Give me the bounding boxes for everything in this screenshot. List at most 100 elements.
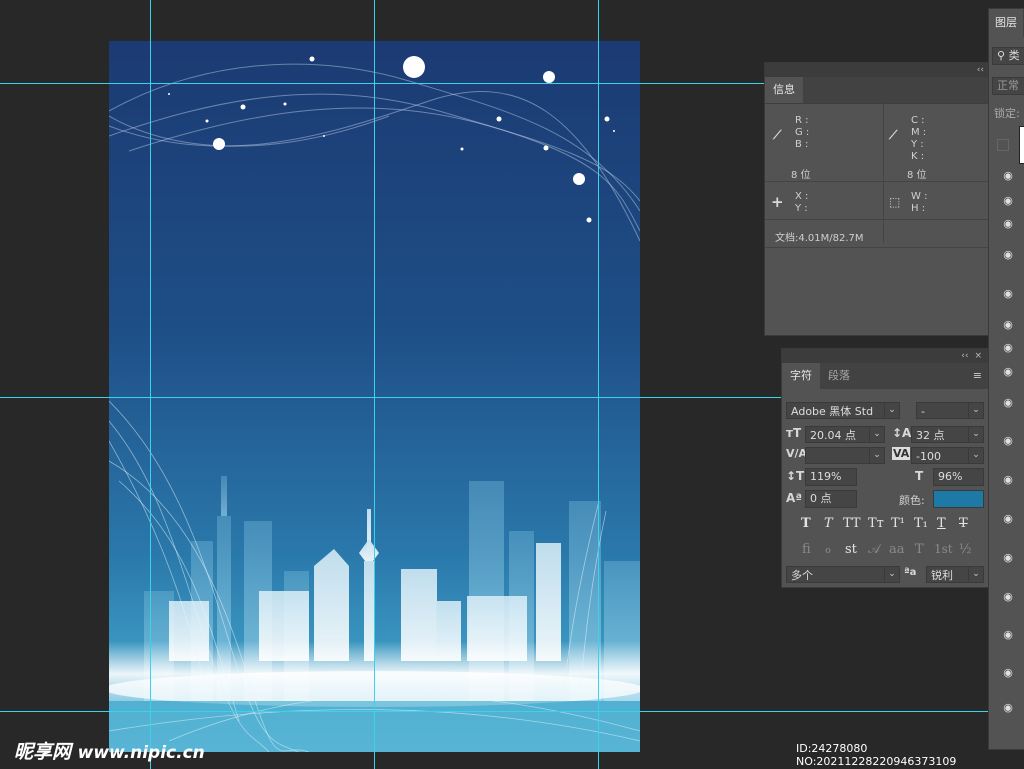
eye-icon[interactable]: ◉ (999, 629, 1017, 641)
baseline-shift-input[interactable]: 0 点 (805, 490, 857, 508)
ligatures-button[interactable]: fi (802, 542, 811, 557)
eye-icon[interactable]: ◉ (999, 397, 1017, 409)
chevron-down-icon: ⌄ (884, 567, 899, 582)
chevron-down-icon: ⌄ (968, 567, 983, 582)
kerning-input[interactable]: ⌄ (805, 447, 885, 464)
eye-icon[interactable]: ◉ (999, 435, 1017, 447)
swash-button[interactable]: 𝒜 (868, 542, 880, 557)
font-size-icon: ᴛT (786, 426, 802, 440)
font-style-select[interactable]: - ⌄ (916, 402, 984, 419)
tab-paragraph[interactable]: 段落 (820, 363, 858, 389)
eye-icon[interactable]: ◉ (999, 702, 1017, 714)
fractions-button[interactable]: ½ (959, 542, 972, 557)
all-caps-button[interactable]: TT (843, 516, 861, 531)
chevron-down-icon: ⌄ (968, 403, 983, 418)
old-style-button[interactable]: ℴ (825, 542, 831, 557)
font-size-input[interactable]: 20.04 点 ⌄ (805, 426, 885, 443)
collapse-icon[interactable]: ‹‹ (977, 65, 984, 75)
text-color-swatch[interactable] (933, 490, 984, 508)
vertical-scale-icon: ↕T (786, 469, 805, 483)
close-icon[interactable]: × (974, 351, 982, 361)
eye-icon[interactable]: ◉ (999, 366, 1017, 378)
eye-icon[interactable]: ◉ (999, 342, 1017, 354)
chevron-down-icon: ⌄ (884, 403, 899, 418)
layer-search-input[interactable]: ⚲ 类 (992, 47, 1024, 65)
subscript-button[interactable]: T₁ (914, 516, 928, 531)
ordinals-button[interactable]: 1st (934, 542, 953, 556)
rgb-readout: R : G : B : (795, 115, 810, 150)
eye-icon[interactable]: ◉ (999, 249, 1017, 261)
document-size: 文档:4.01M/82.7M (775, 233, 864, 244)
search-icon: ⚲ (997, 49, 1006, 62)
tracking-input[interactable]: -100 ⌄ (911, 447, 984, 464)
vertical-guide[interactable] (598, 0, 599, 769)
eye-icon[interactable]: ◉ (999, 195, 1017, 207)
info-tabbar: 信息 (765, 77, 990, 103)
language-select[interactable]: 多个 ⌄ (786, 566, 900, 583)
eye-icon[interactable]: ◉ (999, 552, 1017, 564)
underline-button[interactable]: T (937, 516, 946, 531)
collapse-icon[interactable]: ‹‹ (961, 351, 968, 361)
panel-handle[interactable]: ‹‹ (765, 63, 990, 77)
chevron-down-icon: ⌄ (968, 427, 983, 442)
selection-size-icon: ⬚ (889, 195, 901, 209)
leading-input[interactable]: 32 点 ⌄ (911, 426, 984, 443)
color-label: 颜色: (899, 494, 925, 507)
kerning-icon: V/A (786, 447, 808, 460)
watermark-logo: 昵享网 www.nipic.cn (14, 741, 205, 763)
eye-icon[interactable]: ◉ (999, 667, 1017, 679)
vertical-guide[interactable] (374, 0, 375, 769)
layer-thumbnail[interactable] (1019, 126, 1024, 164)
eyedropper-icon: ⟋ (773, 128, 782, 142)
bit-depth-right: 8 位 (907, 170, 927, 181)
faux-italic-button[interactable]: T (824, 516, 833, 531)
horizontal-scale-icon: T (915, 469, 924, 483)
baseline-shift-icon: Aª (786, 491, 803, 505)
eye-icon[interactable]: ◉ (999, 319, 1017, 331)
bit-depth-left: 8 位 (791, 170, 811, 181)
info-panel: ‹‹ 信息 ⟋ R : G : B : 8 位 ⟋ C : M : Y : K … (764, 62, 991, 336)
chevron-down-icon: ⌄ (869, 448, 884, 463)
faux-bold-button[interactable]: T (801, 516, 811, 531)
horizontal-scale-input[interactable]: 96% (933, 468, 984, 486)
superscript-button[interactable]: T¹ (891, 516, 905, 531)
wh-readout: W : H : (911, 191, 928, 214)
crosshair-icon: + (771, 193, 784, 211)
cmyk-readout: C : M : Y : K : (911, 115, 927, 162)
eye-icon[interactable]: ◉ (999, 218, 1017, 230)
chevron-down-icon: ⌄ (869, 427, 884, 442)
leading-icon: ↕A (892, 426, 912, 440)
discretionary-ligatures-button[interactable]: st (845, 542, 857, 557)
image-id: ID:24278080 NO:20211228220946373109 (796, 742, 957, 768)
chevron-down-icon: ⌄ (968, 448, 983, 463)
stylistic-alternates-button[interactable]: aa (889, 542, 905, 557)
titling-alternates-button[interactable]: T (915, 542, 924, 557)
vertical-guide[interactable] (150, 0, 151, 769)
eye-icon[interactable]: ◉ (999, 591, 1017, 603)
eyedropper-icon: ⟋ (889, 128, 898, 142)
lock-checkbox[interactable] (997, 139, 1009, 151)
tab-layers[interactable]: 图层 (989, 9, 1023, 37)
blend-mode-select[interactable]: 正常 (992, 77, 1024, 95)
tracking-icon: VA (892, 447, 911, 460)
horizontal-guide[interactable] (0, 711, 1024, 712)
tab-info[interactable]: 信息 (765, 77, 803, 103)
xy-readout: X : Y : (795, 191, 809, 214)
small-caps-button[interactable]: Tт (868, 516, 884, 531)
strikethrough-button[interactable]: T (959, 516, 968, 531)
lock-label: 锁定: (994, 107, 1020, 120)
eye-icon[interactable]: ◉ (999, 288, 1017, 300)
antialias-select[interactable]: 锐利 ⌄ (926, 566, 984, 583)
vertical-scale-input[interactable]: 119% (805, 468, 857, 486)
eye-icon[interactable]: ◉ (999, 474, 1017, 486)
panel-handle[interactable]: ‹‹ × (782, 349, 988, 363)
layers-tabbar: 图层 (989, 9, 1024, 37)
tab-character[interactable]: 字符 (782, 363, 820, 389)
eye-icon[interactable]: ◉ (999, 513, 1017, 525)
font-family-select[interactable]: Adobe 黑体 Std ⌄ (786, 402, 900, 419)
eye-icon[interactable]: ◉ (999, 170, 1017, 182)
character-tabbar: 字符 段落 ≡ (782, 363, 988, 389)
character-panel: ‹‹ × 字符 段落 ≡ Adobe 黑体 Std ⌄ - ⌄ ᴛT 20.04 点… (781, 348, 989, 588)
panel-menu-icon[interactable]: ≡ (973, 363, 988, 389)
antialias-icon: ªa (904, 567, 917, 578)
